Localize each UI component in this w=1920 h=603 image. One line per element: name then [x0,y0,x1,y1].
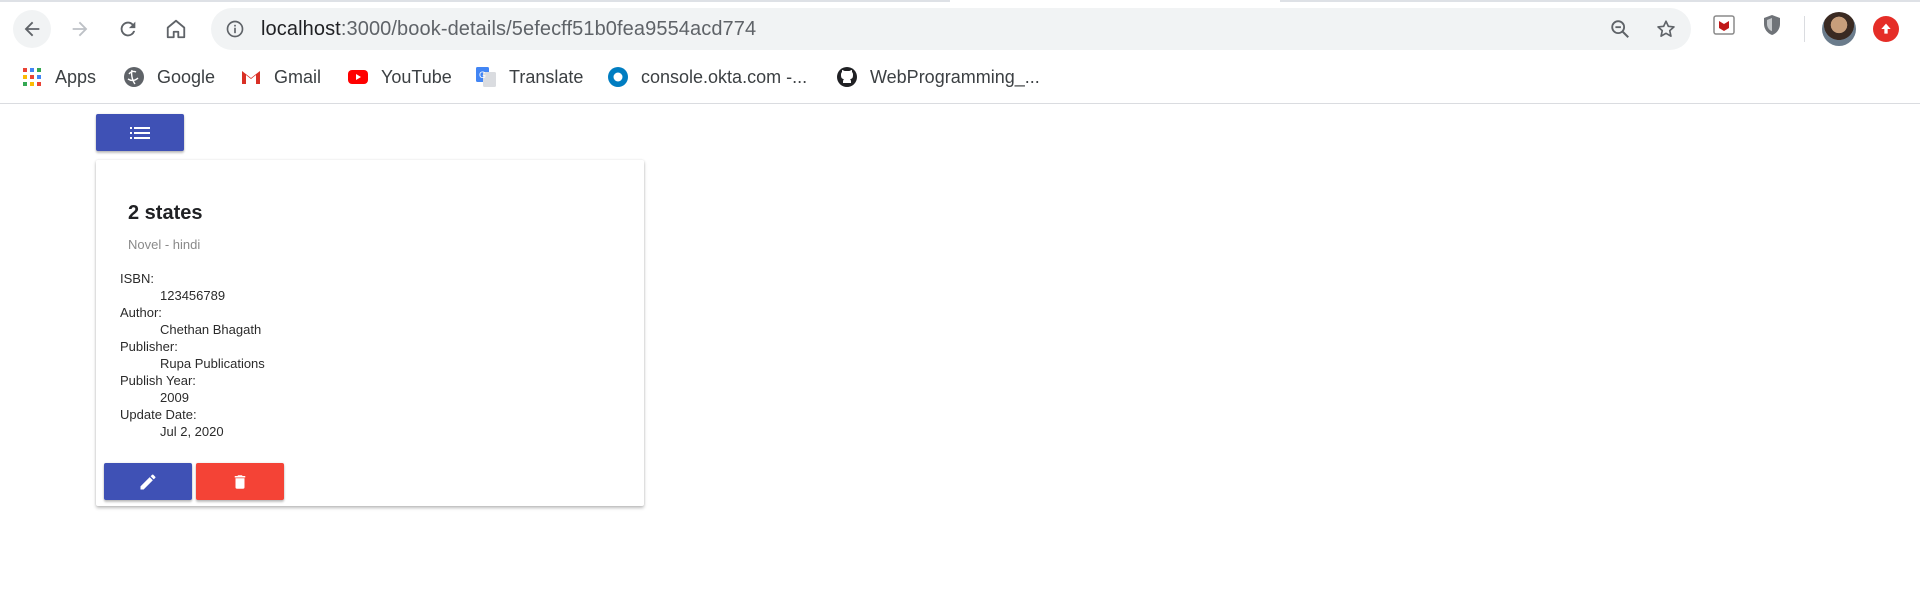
bookmark-gmail[interactable]: Gmail [240,60,321,94]
book-title: 2 states [128,202,203,224]
home-icon [166,19,186,39]
bookmark-label: WebProgramming_... [870,66,1040,87]
home-button[interactable] [157,10,195,48]
update-date-value: Jul 2, 2020 [160,424,224,439]
book-fields: ISBN: 123456789 Author: Chethan Bhagath … [120,270,265,440]
isbn-label: ISBN: [120,271,154,286]
tab-strip [0,0,1920,2]
author-value: Chethan Bhagath [160,322,262,337]
shield-extension-icon[interactable] [1760,13,1784,42]
bookmark-label: Translate [509,66,584,87]
publish-year-value: 2009 [160,390,189,405]
toolbar-divider [1804,16,1805,42]
mcafee-extension-icon[interactable] [1712,13,1736,42]
update-button[interactable] [1873,16,1899,42]
url-host: localhost [261,18,341,40]
address-bar[interactable]: localhost:3000/book-details/5efecff51b0f… [211,8,1691,50]
bookmark-label: Gmail [274,66,322,87]
bookmark-okta[interactable]: console.okta.com -... [607,60,807,94]
youtube-icon [347,66,369,88]
pencil-icon [140,473,156,489]
zoom-icon[interactable] [1609,18,1631,45]
edit-button[interactable] [104,463,192,500]
trash-icon [234,474,246,489]
gmail-icon [240,66,262,88]
svg-text:G: G [479,70,486,80]
update-date-label: Update Date: [120,407,197,422]
bookmark-star-icon[interactable] [1655,18,1677,45]
browser-toolbar: localhost:3000/book-details/5efecff51b0f… [0,0,1920,104]
bookmark-translate[interactable]: G Translate [475,60,583,94]
book-subtitle: Novel - hindi [128,237,201,252]
profile-avatar[interactable] [1822,12,1856,46]
github-icon [836,66,858,88]
bookmarks-bar: Apps Google Gmail YouTube G Translate co… [0,60,1920,94]
bookmark-label: Apps [55,66,97,87]
reload-icon [120,21,136,37]
book-details-card: 2 states Novel - hindi ISBN: 123456789 A… [96,160,644,506]
bookmark-github[interactable]: WebProgramming_... [836,60,1040,94]
apps-grid-icon [21,66,43,88]
translate-icon: G [475,66,497,88]
bookmark-label: Google [157,66,216,87]
url-text[interactable]: localhost:3000/book-details/5efecff51b0f… [261,18,756,41]
book-list-button[interactable] [96,114,184,151]
site-info-icon[interactable] [225,19,245,44]
bookmark-google[interactable]: Google [123,60,215,94]
bookmark-label: console.okta.com -... [641,66,808,87]
bookmark-youtube[interactable]: YouTube [347,60,452,94]
publish-year-label: Publish Year: [120,373,196,388]
okta-icon [607,66,629,88]
url-path: :3000/book-details/5efecff51b0fea9554acd… [340,18,757,40]
list-icon [130,126,150,139]
isbn-value: 123456789 [160,288,226,303]
publisher-value: Rupa Publications [160,356,265,371]
arrow-left-icon [24,21,40,37]
reload-button[interactable] [109,10,147,48]
bookmark-label: YouTube [381,66,452,87]
forward-button[interactable] [61,10,99,48]
arrow-up-icon [1881,23,1891,34]
publisher-label: Publisher: [120,339,178,354]
bookmark-apps[interactable]: Apps [21,60,96,94]
back-button[interactable] [13,10,51,48]
google-icon [123,66,145,88]
delete-button[interactable] [196,463,284,500]
author-label: Author: [120,305,162,320]
arrow-right-icon [72,21,88,37]
